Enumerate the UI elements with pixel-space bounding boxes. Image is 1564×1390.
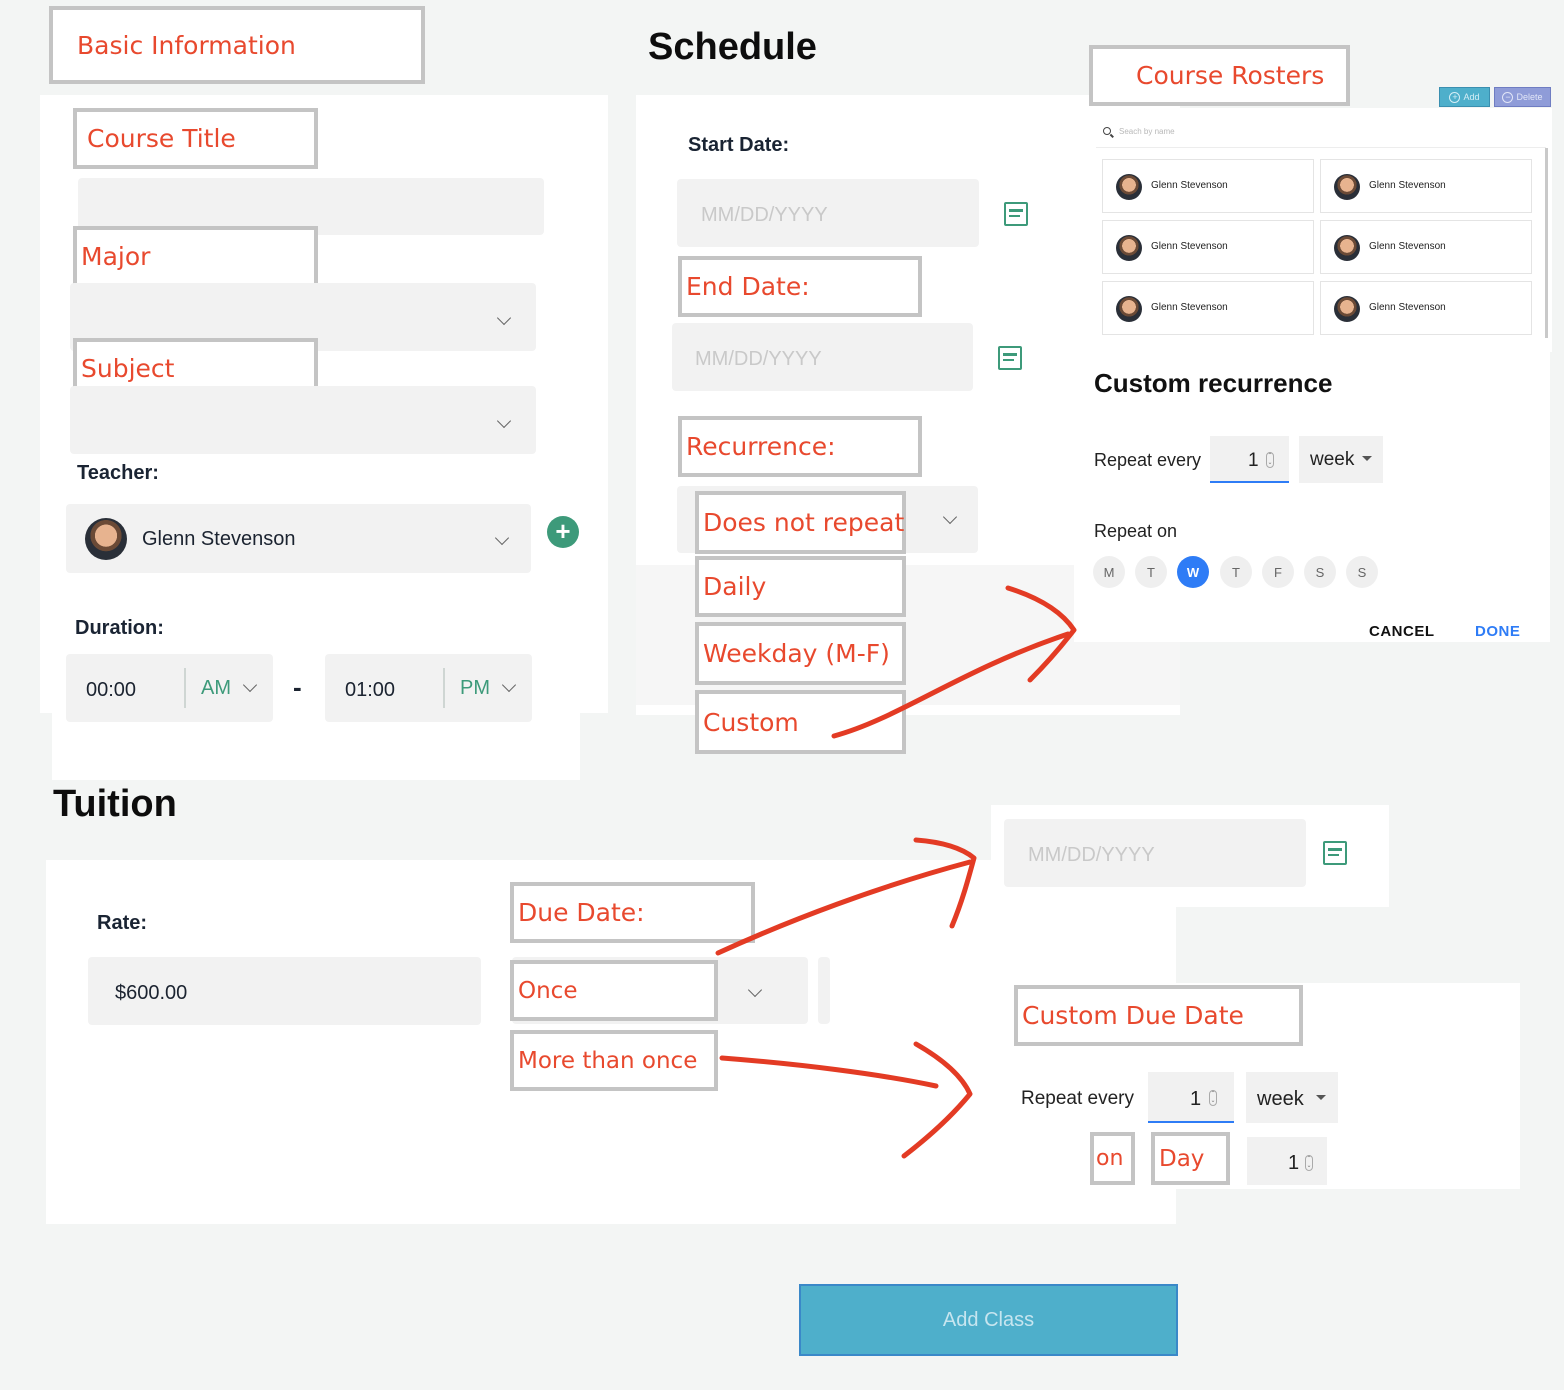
arrowhead-custom-due: [901, 1041, 973, 1159]
arrow-more-to-custom-due: [719, 1055, 939, 1089]
arrow-once-to-due-date: [715, 859, 973, 956]
annotation-arrows: [715, 585, 1077, 1159]
arrow-custom-to-recurrence: [831, 631, 1071, 739]
arrowhead-due-date: [913, 837, 977, 929]
